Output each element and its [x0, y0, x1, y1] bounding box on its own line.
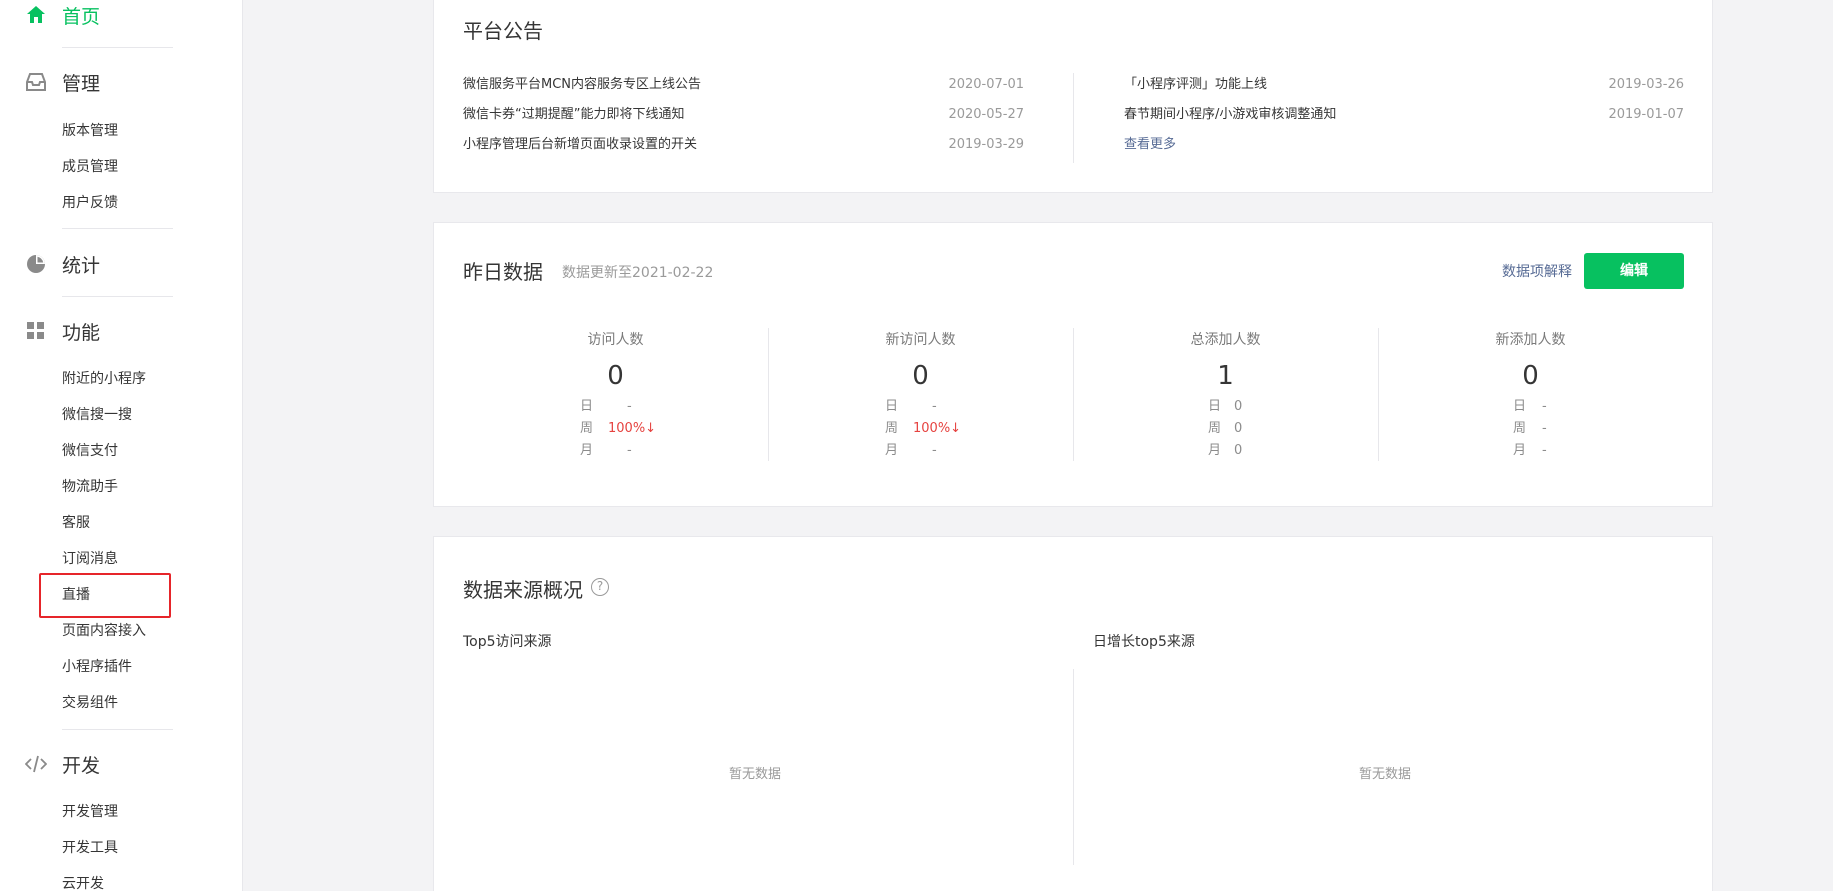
nav-home[interactable]: 首页: [0, 0, 243, 30]
divider: [62, 47, 173, 48]
notice-link[interactable]: 春节期间小程序/小游戏审核调整通知: [1124, 105, 1336, 125]
top5-growth-label: 日增长top5来源: [1093, 634, 1195, 650]
divider: [62, 228, 173, 229]
column-separator: [1073, 73, 1074, 163]
notice-date: 2019-03-26: [1608, 77, 1684, 92]
metric-day: 日-: [1513, 399, 1547, 414]
metric-week: 周 100%↓: [580, 421, 657, 436]
notice-date: 2020-07-01: [948, 77, 1024, 92]
metric-day: 日0: [1208, 399, 1243, 414]
sidebar-item-service[interactable]: 客服: [62, 512, 90, 534]
sidebar-item-nearby[interactable]: 附近的小程序: [62, 368, 146, 390]
metric-month: 月0: [1208, 443, 1243, 458]
home-icon: [25, 4, 47, 26]
nav-home-label: 首页: [62, 5, 101, 28]
metric-value: 0: [912, 361, 929, 391]
metric-week: 周-: [1513, 421, 1547, 436]
notice-link[interactable]: 微信服务平台MCN内容服务专区上线公告: [463, 75, 701, 95]
sidebar-item-trade[interactable]: 交易组件: [62, 692, 118, 714]
top5-visit-label: Top5访问来源: [463, 634, 552, 650]
nav-manage[interactable]: 管理: [0, 67, 243, 97]
notice-link[interactable]: 「小程序评测」功能上线: [1124, 75, 1267, 95]
highlight-box: [39, 573, 171, 618]
nav-stats[interactable]: 统计: [0, 249, 243, 279]
metric-total-added: 总添加人数 1 日0 周0 月0: [1073, 330, 1378, 462]
sources-title: 数据来源概况: [463, 578, 583, 602]
empty-state-text: 暂无数据: [1359, 767, 1412, 782]
view-more-link[interactable]: 查看更多: [1124, 135, 1176, 155]
nav-dev-label: 开发: [62, 754, 101, 777]
nav-features[interactable]: 功能: [0, 316, 243, 346]
sidebar-item-page-content[interactable]: 页面内容接入: [62, 620, 146, 642]
metric-day: 日-: [580, 399, 632, 414]
sidebar-item-plugin[interactable]: 小程序插件: [62, 656, 132, 678]
column-separator: [1073, 669, 1074, 865]
edit-button[interactable]: 编辑: [1584, 253, 1684, 289]
metric-label: 新访问人数: [885, 332, 956, 348]
sidebar-item-dev-tools[interactable]: 开发工具: [62, 837, 118, 859]
metric-value: 0: [607, 361, 624, 391]
notice-date: 2020-05-27: [948, 107, 1024, 122]
data-explain-link[interactable]: 数据项解释: [1502, 261, 1572, 281]
notice-link[interactable]: 小程序管理后台新增页面收录设置的开关: [463, 135, 697, 155]
nav-dev[interactable]: 开发: [0, 749, 243, 779]
announcement-title: 平台公告: [463, 19, 543, 43]
sidebar-item-pay[interactable]: 微信支付: [62, 440, 118, 462]
notice-link[interactable]: 微信卡券“过期提醒”能力即将下线通知: [463, 105, 684, 125]
metric-value: 1: [1217, 361, 1234, 391]
nav-stats-label: 统计: [62, 254, 101, 277]
sidebar-item-dev-manage[interactable]: 开发管理: [62, 801, 118, 823]
help-icon[interactable]: ?: [591, 578, 609, 596]
metric-week: 周 100%↓: [885, 421, 962, 436]
metric-new-visitors: 新访问人数 0 日- 周 100%↓ 月-: [768, 330, 1073, 462]
announcement-card: 平台公告 微信服务平台MCN内容服务专区上线公告 2020-07-01 微信卡券…: [433, 0, 1713, 193]
notice-date: 2019-01-07: [1608, 107, 1684, 122]
metric-label: 总添加人数: [1190, 332, 1261, 348]
metric-new-added: 新添加人数 0 日- 周- 月-: [1378, 330, 1683, 462]
notice-date: 2019-03-29: [948, 137, 1024, 152]
update-note: 数据更新至2021-02-22: [562, 265, 714, 281]
nav-manage-label: 管理: [62, 72, 101, 95]
inbox-icon: [25, 71, 47, 93]
sidebar-item-version[interactable]: 版本管理: [62, 120, 118, 142]
code-icon: [25, 753, 47, 775]
metric-month: 月-: [580, 443, 632, 458]
metric-label: 新添加人数: [1495, 332, 1566, 348]
metric-visitors: 访问人数 0 日- 周 100%↓ 月-: [463, 330, 768, 462]
data-sources-card: 数据来源概况 ? Top5访问来源 日增长top5来源 暂无数据 暂无数据: [433, 536, 1713, 891]
sidebar-item-search[interactable]: 微信搜一搜: [62, 404, 132, 426]
sidebar-item-cloud[interactable]: 云开发: [62, 873, 104, 891]
sidebar-item-feedback[interactable]: 用户反馈: [62, 192, 118, 214]
nav-features-label: 功能: [62, 321, 101, 344]
empty-state-text: 暂无数据: [729, 767, 782, 782]
divider: [62, 729, 173, 730]
metric-value: 0: [1522, 361, 1539, 391]
grid-icon: [25, 320, 47, 342]
metric-month: 月-: [1513, 443, 1547, 458]
metric-label: 访问人数: [587, 332, 644, 348]
sidebar: 首页 管理 版本管理 成员管理 用户反馈 统计 功能 附近的小程序 微信搜一搜 …: [0, 0, 243, 891]
yesterday-data-card: 昨日数据 数据更新至2021-02-22 数据项解释 编辑 访问人数 0 日- …: [433, 222, 1713, 507]
sidebar-item-subscribe[interactable]: 订阅消息: [62, 548, 118, 570]
sidebar-item-logistics[interactable]: 物流助手: [62, 476, 118, 498]
divider: [62, 296, 173, 297]
metric-week: 周0: [1208, 421, 1243, 436]
pie-chart-icon: [25, 253, 47, 275]
yesterday-title: 昨日数据: [463, 260, 543, 284]
metric-day: 日-: [885, 399, 937, 414]
sidebar-item-members[interactable]: 成员管理: [62, 156, 118, 178]
metric-month: 月-: [885, 443, 937, 458]
